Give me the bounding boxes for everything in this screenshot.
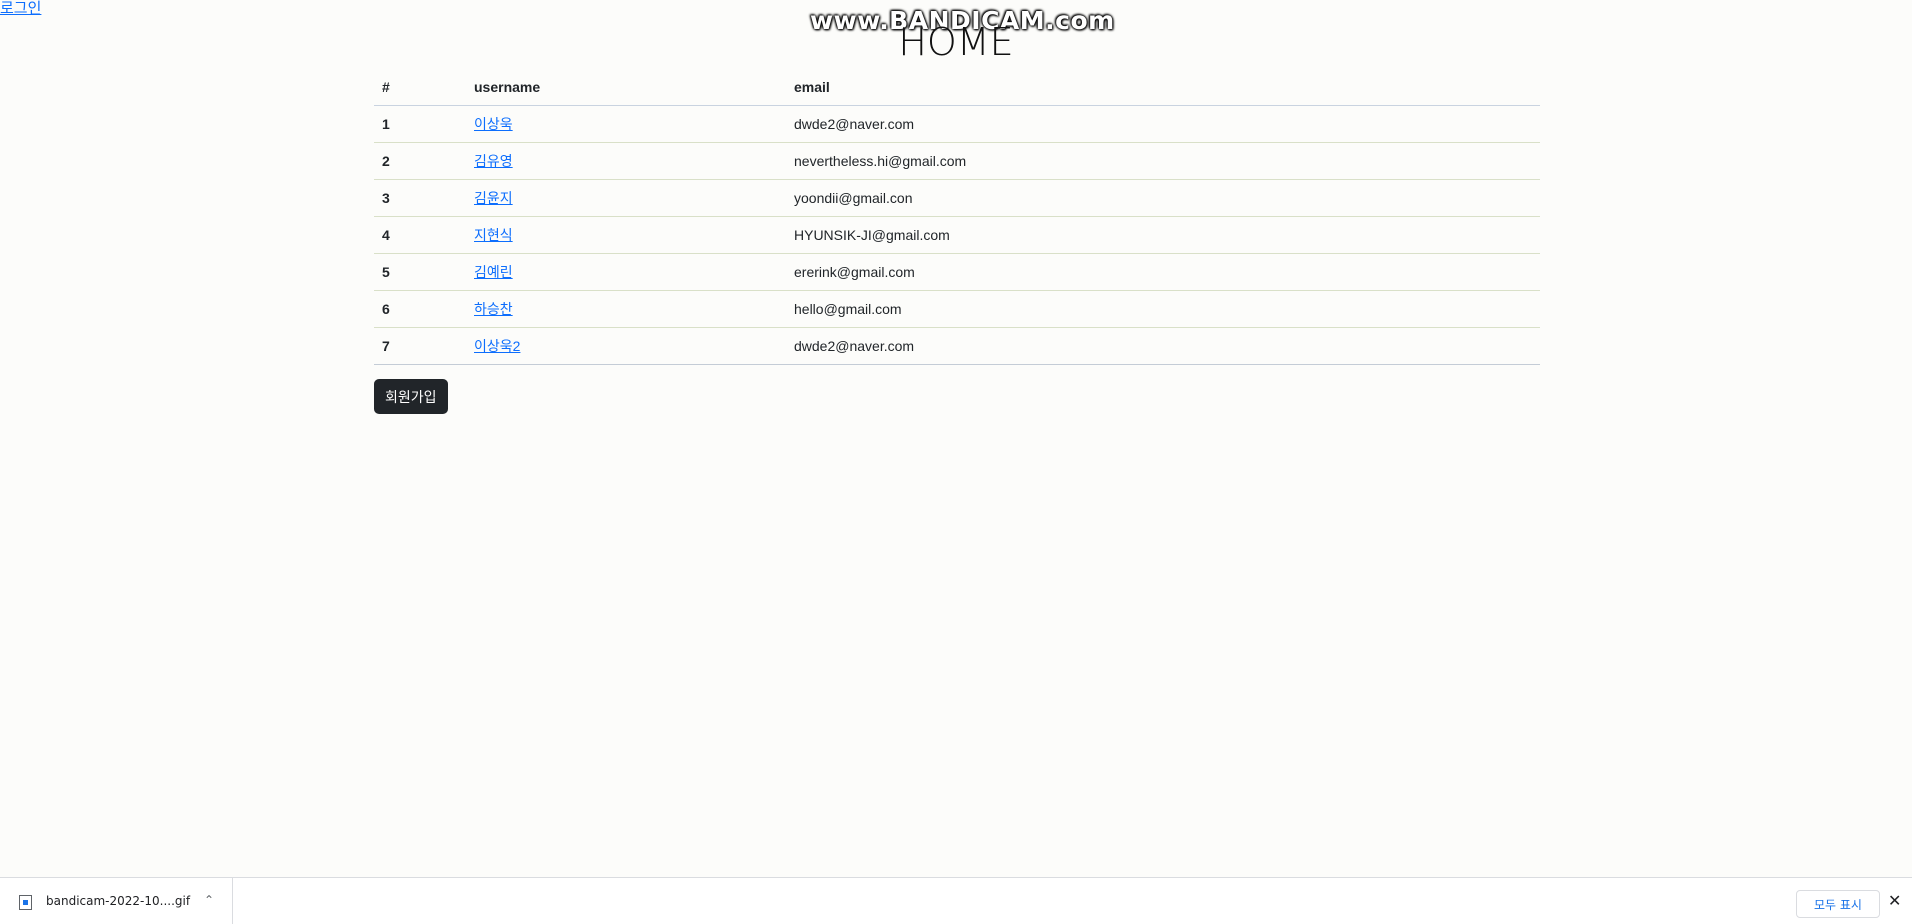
column-header-email: email — [786, 69, 1540, 106]
download-file-name: bandicam-2022-10....gif — [46, 894, 191, 908]
email-cell: yoondii@gmail.con — [786, 179, 1540, 217]
username-link[interactable]: 김유영 — [474, 153, 513, 169]
login-link[interactable]: 로그인 — [0, 0, 41, 18]
username-link[interactable]: 이상욱2 — [474, 338, 520, 354]
table-row: 2 김유영 nevertheless.hi@gmail.com — [374, 142, 1540, 180]
username-link[interactable]: 김예린 — [474, 264, 513, 280]
email-cell: HYUNSIK-JI@gmail.com — [786, 216, 1540, 254]
username-link[interactable]: 하승찬 — [474, 301, 513, 317]
email-cell: dwde2@naver.com — [786, 327, 1540, 365]
users-table: # username email 1 이상욱 dwde2@naver.com 2… — [374, 69, 1540, 365]
row-number: 4 — [374, 216, 466, 254]
username-link[interactable]: 김윤지 — [474, 190, 513, 206]
row-number: 5 — [374, 253, 466, 291]
signup-button[interactable]: 회원가입 — [374, 379, 448, 414]
email-cell: hello@gmail.com — [786, 290, 1540, 328]
table-row: 7 이상욱2 dwde2@naver.com — [374, 327, 1540, 365]
row-number: 3 — [374, 179, 466, 217]
column-header-username: username — [466, 69, 786, 106]
table-row: 3 김윤지 yoondii@gmail.con — [374, 179, 1540, 217]
download-bar: bandicam-2022-10....gif ⌃ 모두 표시 ✕ — [0, 877, 1912, 924]
file-icon — [19, 895, 32, 910]
email-cell: dwde2@naver.com — [786, 105, 1540, 143]
row-number: 2 — [374, 142, 466, 180]
page-title: HOME — [898, 20, 1014, 64]
table-row: 4 지현식 HYUNSIK-JI@gmail.com — [374, 216, 1540, 254]
email-cell: nevertheless.hi@gmail.com — [786, 142, 1540, 180]
email-cell: ererink@gmail.com — [786, 253, 1540, 291]
download-item[interactable]: bandicam-2022-10....gif ⌃ — [0, 878, 233, 924]
username-link[interactable]: 지현식 — [474, 227, 513, 243]
page: 로그인 www.BANDICAM.com HOME # username ema… — [0, 0, 1912, 924]
show-all-button[interactable]: 모두 표시 — [1796, 890, 1880, 918]
table-row: 5 김예린 ererink@gmail.com — [374, 253, 1540, 291]
row-number: 6 — [374, 290, 466, 328]
table-header-row: # username email — [374, 69, 1540, 106]
row-number: 1 — [374, 105, 466, 143]
close-icon[interactable]: ✕ — [1888, 891, 1901, 910]
row-number: 7 — [374, 327, 466, 365]
column-header-number: # — [374, 69, 466, 106]
table-row: 6 하승찬 hello@gmail.com — [374, 290, 1540, 328]
chevron-up-icon[interactable]: ⌃ — [204, 893, 214, 907]
username-link[interactable]: 이상욱 — [474, 116, 513, 132]
table-row: 1 이상욱 dwde2@naver.com — [374, 105, 1540, 143]
